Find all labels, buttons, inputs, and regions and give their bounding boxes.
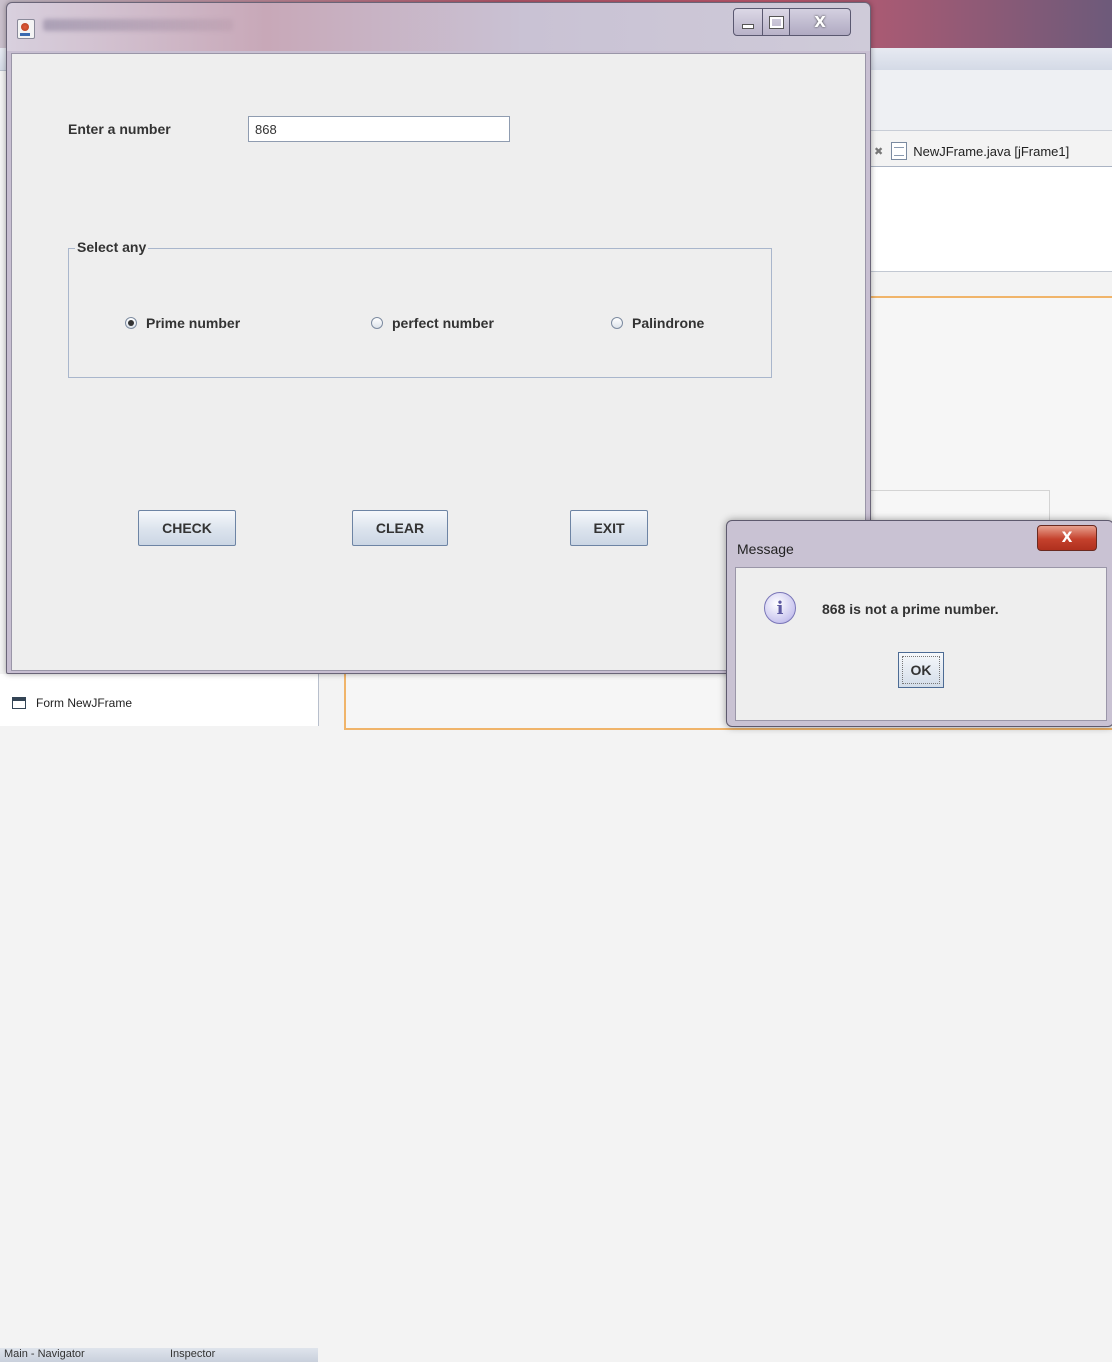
close-icon: X — [1061, 530, 1073, 546]
radio-prime-number[interactable]: Prime number — [125, 315, 240, 331]
close-icon: X — [814, 13, 826, 31]
maximize-button[interactable] — [763, 8, 790, 36]
radio-label: Prime number — [146, 315, 241, 331]
form-icon — [12, 697, 26, 709]
radio-label: Palindrone — [632, 315, 705, 331]
group-title: Select any — [75, 239, 149, 255]
java-icon — [17, 19, 35, 39]
radio-selected-icon — [125, 317, 137, 329]
dialog-body: i 868 is not a prime number. OK — [735, 567, 1107, 721]
info-icon: i — [764, 592, 796, 624]
radio-unselected-icon — [371, 317, 383, 329]
minimize-button[interactable] — [733, 8, 763, 36]
radio-label: perfect number — [392, 315, 494, 331]
number-input[interactable] — [248, 116, 510, 142]
number-label: Enter a number — [68, 121, 171, 137]
select-any-group: Select any Prime number perfect number P… — [68, 239, 772, 378]
file-icon — [891, 142, 908, 160]
navigator-panel: Main - Navigator Inspector Form NewJFram… — [0, 674, 319, 1362]
editor-toolbar-strip — [860, 166, 1112, 272]
maximize-icon — [769, 16, 783, 28]
ide-toolbar — [860, 70, 1112, 131]
dialog-title: Message — [737, 541, 794, 557]
window-title — [43, 19, 233, 31]
message-dialog: Message X i 868 is not a prime number. O… — [726, 520, 1112, 727]
radio-palindrone[interactable]: Palindrone — [611, 315, 704, 331]
clear-button[interactable]: CLEAR — [352, 510, 448, 546]
ok-button[interactable]: OK — [898, 652, 944, 688]
editor-tab[interactable]: ✖ NewJFrame.java [jFrame1] — [872, 136, 1112, 166]
tab-close-icon[interactable]: ✖ — [874, 145, 883, 158]
editor-tab-label: NewJFrame.java [jFrame1] — [913, 143, 1070, 159]
tree-item-label: Form NewJFrame — [36, 696, 133, 710]
radio-unselected-icon — [611, 317, 623, 329]
tree-item-form[interactable]: Form NewJFrame — [12, 696, 132, 710]
dialog-message: 868 is not a prime number. — [822, 601, 999, 617]
tab-navigator[interactable]: Main - Navigator — [4, 1348, 85, 1360]
tab-inspector[interactable]: Inspector — [170, 1348, 215, 1360]
minimize-icon — [743, 24, 753, 28]
check-button[interactable]: CHECK — [138, 510, 236, 546]
window-controls: X — [733, 8, 851, 36]
close-button[interactable]: X — [790, 8, 851, 36]
window-titlebar[interactable]: X — [7, 3, 870, 51]
dialog-close-button[interactable]: X — [1037, 525, 1097, 551]
navigator-tabs: Main - Navigator Inspector — [0, 1348, 318, 1362]
radio-perfect-number[interactable]: perfect number — [371, 315, 494, 331]
exit-button[interactable]: EXIT — [570, 510, 648, 546]
